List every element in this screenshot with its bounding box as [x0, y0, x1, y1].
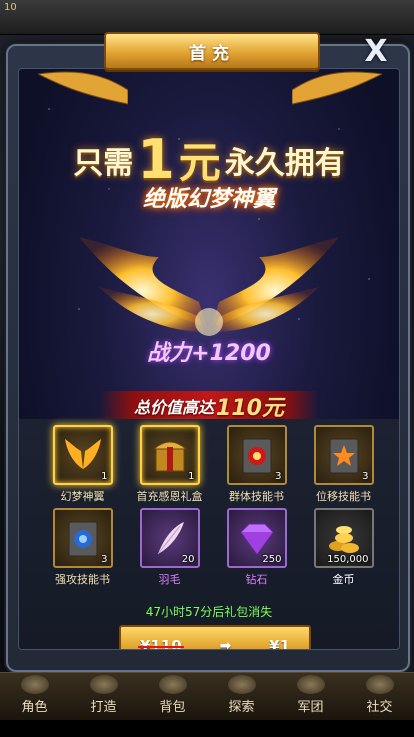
reward-label: 幻梦神翼	[60, 490, 105, 503]
reward-qty: 3	[275, 471, 282, 482]
reward-slot[interactable]: 3 位移技能书	[300, 425, 387, 504]
nav-label: 背包	[159, 700, 186, 715]
nav-label: 军团	[297, 700, 324, 715]
close-button[interactable]: X	[354, 32, 398, 72]
headline-suffix: 永久拥有	[224, 145, 345, 181]
headline-amount: 1	[137, 127, 175, 191]
total-value-amount: 110元	[216, 396, 284, 421]
reward-qty: 150,000	[327, 554, 369, 565]
character-icon	[20, 675, 49, 694]
reward-label: 钻石	[245, 573, 268, 586]
reward-slot[interactable]: 3 强攻技能书	[39, 508, 126, 587]
nav-legion[interactable]: 军团	[281, 675, 341, 721]
nav-explore[interactable]: 探索	[212, 675, 272, 721]
ribbon-right-wing-decoration	[292, 71, 382, 105]
reward-icon-box[interactable]: 3	[313, 425, 374, 485]
old-price: ¥110	[137, 637, 184, 649]
arrow-right-icon: ➡	[219, 638, 232, 650]
reward-icon-box[interactable]: 250	[226, 508, 287, 568]
backpack-icon	[158, 675, 187, 694]
nav-label: 探索	[228, 700, 255, 715]
ribbon-left-wing-decoration	[38, 71, 128, 105]
nav-social[interactable]: 社交	[350, 675, 410, 721]
helmet-icon	[296, 675, 325, 694]
reward-icon-box[interactable]: 1	[52, 425, 113, 485]
reward-qty: 3	[101, 554, 108, 565]
modal-content: 只需 1 元 永久拥有 绝版幻梦神翼 战力+1200 总价值高达 110元 1 …	[18, 68, 400, 650]
modal-title: 首充	[104, 32, 320, 70]
reward-slot[interactable]: 1 首充感恩礼盒	[126, 425, 213, 504]
new-price: ¥1	[269, 637, 291, 650]
reward-slot[interactable]: 250 钻石	[213, 508, 300, 587]
combat-power: 战力+1200	[147, 341, 271, 366]
compass-icon	[227, 675, 256, 694]
bottom-navigation: 角色 打造 背包 探索 军团 社交	[0, 672, 414, 721]
reward-label: 金币	[332, 573, 355, 586]
star-skill-book-icon	[329, 438, 358, 474]
wings-icon	[64, 439, 101, 469]
reward-icon-box[interactable]: 1	[139, 425, 200, 485]
reward-icon-box[interactable]: 3	[52, 508, 113, 568]
nav-character[interactable]: 角色	[5, 675, 65, 721]
rewards-grid: 1 幻梦神翼 1 首充感恩礼盒 3 群体技能书 3 位移技能书 3 强攻技能书 …	[39, 425, 387, 587]
red-skill-book-icon	[242, 438, 271, 474]
reward-qty: 1	[101, 471, 108, 482]
reward-label: 强攻技能书	[55, 573, 110, 586]
nav-label: 打造	[90, 700, 117, 715]
total-value-banner: 总价值高达 110元	[99, 391, 319, 421]
shield-icon	[365, 675, 394, 694]
offer-countdown: 47小时57分后礼包消失	[145, 605, 273, 619]
rewards-panel: 1 幻梦神翼 1 首充感恩礼盒 3 群体技能书 3 位移技能书 3 强攻技能书 …	[19, 419, 399, 649]
level-indicator: 10	[4, 2, 17, 13]
reward-label: 群体技能书	[229, 490, 284, 503]
first-recharge-modal: 只需 1 元 永久拥有 绝版幻梦神翼 战力+1200 总价值高达 110元 1 …	[6, 32, 410, 672]
reward-qty: 250	[262, 554, 282, 565]
total-value-prefix: 总价值高达	[134, 398, 215, 417]
reward-label: 位移技能书	[316, 490, 371, 503]
reward-slot[interactable]: 150,000 金币	[300, 508, 387, 587]
reward-icon-box[interactable]: 150,000	[313, 508, 374, 568]
anvil-icon	[89, 675, 118, 694]
reward-qty: 20	[181, 554, 195, 565]
reward-slot[interactable]: 3 群体技能书	[213, 425, 300, 504]
bottom-strip	[0, 720, 414, 737]
reward-slot[interactable]: 20 羽毛	[126, 508, 213, 587]
gift-chest-icon	[152, 441, 187, 472]
reward-label: 首充感恩礼盒	[136, 490, 203, 503]
nav-forge[interactable]: 打造	[74, 675, 134, 721]
blue-skill-book-icon	[68, 521, 97, 557]
top-hud: 10	[0, 0, 414, 35]
reward-icon-box[interactable]: 3	[226, 425, 287, 485]
buy-button[interactable]: ¥110 ➡ ¥1	[119, 625, 311, 650]
headline-prefix: 只需	[73, 145, 134, 181]
reward-qty: 1	[188, 471, 195, 482]
nav-label: 角色	[21, 700, 48, 715]
reward-icon-box[interactable]: 20	[139, 508, 200, 568]
nav-label: 社交	[366, 700, 393, 715]
reward-label: 羽毛	[158, 573, 181, 586]
nav-backpack[interactable]: 背包	[143, 675, 203, 721]
reward-slot[interactable]: 1 幻梦神翼	[39, 425, 126, 504]
reward-qty: 3	[362, 471, 369, 482]
